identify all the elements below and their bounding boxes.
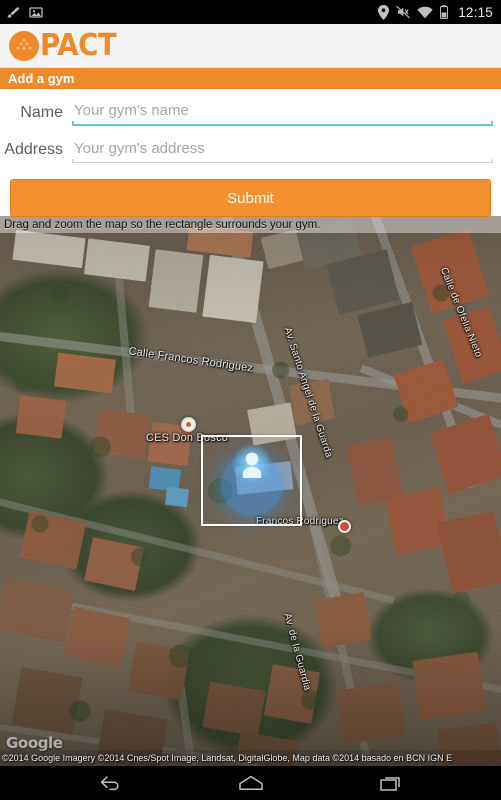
add-gym-form: Name Address Submit xyxy=(0,89,501,217)
back-button[interactable] xyxy=(93,769,127,797)
map-poi-marker[interactable] xyxy=(181,417,196,432)
home-button[interactable] xyxy=(234,769,268,797)
brand-title: PACT xyxy=(40,27,117,63)
screenshot-notification-icon xyxy=(29,7,43,18)
address-field-row: Address xyxy=(0,133,501,163)
submit-button[interactable]: Submit xyxy=(10,179,491,217)
section-title-bar: Add a gym xyxy=(0,68,501,89)
map-instruction-banner: Drag and zoom the map so the rectangle s… xyxy=(0,216,501,233)
pact-circle-logo-icon xyxy=(9,30,39,61)
wifi-icon xyxy=(417,6,433,18)
name-field-row: Name xyxy=(0,96,501,126)
recents-button[interactable] xyxy=(375,769,409,797)
map-metro-station-icon[interactable] xyxy=(338,520,351,533)
back-arrow-icon xyxy=(100,776,119,791)
app-header: PACT xyxy=(0,24,501,68)
map-attribution-bar: ©2014 Google Imagery ©2014 Cnes/Spot Ima… xyxy=(0,750,501,766)
map-view[interactable]: Calle Francos Rodriguez Av. Santo Angel … xyxy=(0,216,501,766)
map-attribution-text: ©2014 Google Imagery ©2014 Cnes/Spot Ima… xyxy=(2,753,453,763)
name-input-underline xyxy=(72,121,493,126)
section-title: Add a gym xyxy=(8,71,75,86)
name-input[interactable] xyxy=(72,102,493,124)
android-navigation-bar xyxy=(0,766,501,800)
battery-icon xyxy=(440,5,449,19)
address-input[interactable] xyxy=(72,140,493,162)
recents-icon xyxy=(379,777,400,791)
address-field-label: Address xyxy=(4,141,63,158)
map-instruction-text: Drag and zoom the map so the rectangle s… xyxy=(4,218,321,231)
name-field-label: Name xyxy=(20,104,63,121)
home-icon xyxy=(238,775,263,790)
location-icon xyxy=(378,4,390,20)
current-location-pin-icon xyxy=(242,452,262,478)
status-bar-notifications xyxy=(6,5,43,19)
vibrate-mute-icon xyxy=(396,5,411,19)
status-bar-system-icons: 12:15 xyxy=(378,4,493,20)
status-bar-clock: 12:15 xyxy=(458,4,493,20)
address-field-wrap xyxy=(72,140,493,163)
brush-notification-icon xyxy=(7,7,20,18)
address-input-underline xyxy=(72,159,493,163)
name-field-wrap xyxy=(72,102,493,126)
app-screen: 12:15 PACT Add a gym Name Address Submit xyxy=(0,0,501,800)
status-bar: 12:15 xyxy=(0,0,501,24)
